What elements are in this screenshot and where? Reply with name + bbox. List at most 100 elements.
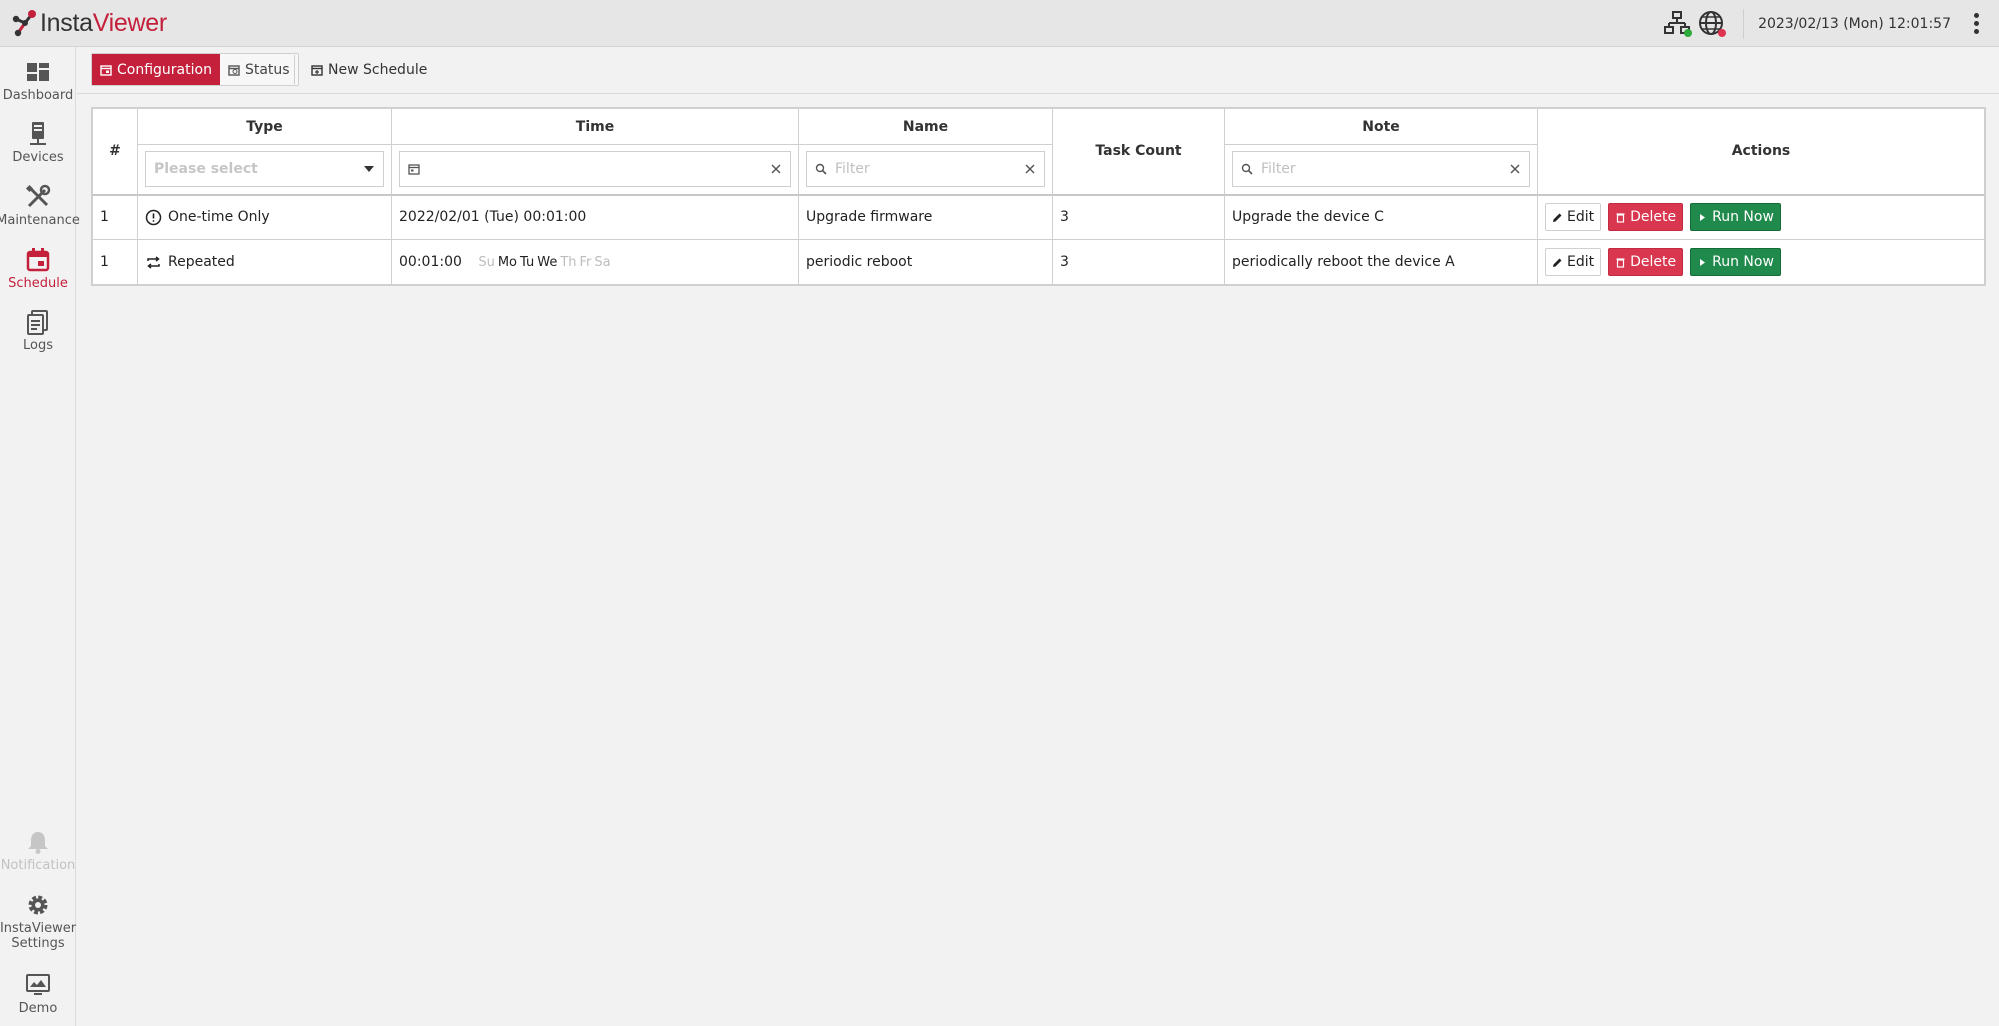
header-index: # [92,108,138,196]
more-vertical-icon[interactable] [1965,9,1987,39]
dashboard-icon [27,63,49,81]
clear-note-filter-icon[interactable] [1509,163,1521,175]
weekday-list: Su Mo Tu We Th Fr Sa [478,254,613,270]
sidebar-item-label: Schedule [8,276,68,291]
current-datetime: 2023/02/13 (Mon) 12:01:57 [1758,15,1951,32]
time-filter-cell [391,144,799,196]
time-filter-input[interactable] [399,151,791,188]
type-filter-select[interactable]: Please select [145,151,384,188]
table-row[interactable]: 1 Repeated 00:01:00 Su Mo Tu We Th Fr Sa perio… [92,239,1985,285]
sidebar-item-schedule[interactable]: Schedule [0,247,76,291]
cell-type: One-time Only [137,194,392,240]
edit-label: Edit [1567,209,1595,226]
app-name: InstaViewer [40,9,167,38]
sidebar-item-demo[interactable]: Demo [0,972,76,1016]
app-logo[interactable]: InstaViewer [12,8,167,38]
calendar-icon [408,164,420,175]
sidebar-item-label: Logs [23,338,53,353]
tab-status-label: Status [244,61,290,78]
logo-mark-icon [12,10,36,37]
toolbar: Configuration Status New Schedule [77,47,1999,94]
cell-actions: Edit Delete Run Now [1537,239,1985,285]
bell-icon [28,832,48,854]
cell-name: periodic reboot [798,239,1053,285]
play-icon [1700,213,1706,221]
search-icon [815,164,827,175]
note-filter-placeholder: Filter [1261,161,1296,178]
app-name-part1: Insta [40,8,93,37]
play-icon [1700,258,1706,266]
edit-button[interactable]: Edit [1545,203,1602,232]
edit-button[interactable]: Edit [1545,248,1602,276]
sidebar-item-notification[interactable]: Notification [0,829,76,873]
toolbar-divider [294,55,295,84]
run-now-label: Run Now [1712,209,1774,226]
clear-name-filter-icon[interactable] [1024,163,1036,175]
view-toggle: Configuration Status [91,53,299,86]
schedule-table: # Type Time Name Task Count Note Actions… [91,107,1986,286]
repeat-icon [147,255,160,269]
tab-configuration-label: Configuration [117,61,212,78]
calendar-add-icon [311,64,323,76]
sidebar-item-settings[interactable]: InstaViewer Settings [0,892,76,951]
calendar-config-icon [100,64,112,76]
type-label: One-time Only [168,209,270,226]
sidebar-item-label: Devices [12,150,64,165]
dropdown-arrow-icon [364,166,374,173]
delete-button[interactable]: Delete [1608,203,1684,232]
new-schedule-button[interactable]: New Schedule [307,53,431,86]
header-type[interactable]: Type [137,108,392,145]
cell-actions: Edit Delete Run Now [1537,194,1985,240]
run-now-button[interactable]: Run Now [1690,248,1781,276]
table-row[interactable]: 1 One-time Only 2022/02/01 (Tue) 00:01:0… [92,194,1985,240]
sidebar-item-devices[interactable]: Devices [0,121,76,165]
trash-icon [1616,257,1625,268]
sidebar: Dashboard Devices Maintenance Schedule L… [0,47,80,1026]
header-name[interactable]: Name [798,108,1053,145]
sidebar-item-label: Dashboard [2,88,74,103]
header-note[interactable]: Note [1224,108,1538,145]
pencil-icon [1553,258,1562,267]
calendar-icon [26,248,50,272]
presentation-icon [26,974,50,995]
weekday-fr: Fr [579,255,592,270]
weekday-th: Th [560,255,577,270]
top-bar: InstaViewer 2023/02/13 (Mon) 12:01:57 [0,0,1999,47]
clock-icon [145,209,162,225]
delete-label: Delete [1630,254,1677,270]
sidebar-item-dashboard[interactable]: Dashboard [0,59,76,103]
cell-task-count: 3 [1052,239,1225,285]
note-filter-input[interactable]: Filter [1232,151,1530,188]
delete-label: Delete [1630,209,1677,226]
cell-index: 1 [92,239,138,285]
run-now-button[interactable]: Run Now [1690,203,1781,232]
name-filter-input[interactable]: Filter [806,151,1045,188]
cell-time: 00:01:00 Su Mo Tu We Th Fr Sa [391,239,799,285]
time-value: 00:01:00 [399,254,462,270]
weekday-su: Su [478,255,495,270]
cell-type: Repeated [137,239,392,285]
sidebar-item-maintenance[interactable]: Maintenance [0,184,80,228]
new-schedule-label: New Schedule [328,61,428,78]
cell-note: periodically reboot the device A [1224,239,1538,285]
name-filter-placeholder: Filter [835,161,870,178]
delete-button[interactable]: Delete [1608,248,1684,276]
tab-configuration[interactable]: Configuration [92,54,220,85]
cell-note: Upgrade the device C [1224,194,1538,240]
type-label: Repeated [168,254,235,270]
sidebar-item-logs[interactable]: Logs [0,309,76,353]
trash-icon [1616,213,1625,223]
header-task-count[interactable]: Task Count [1052,108,1225,196]
name-filter-cell: Filter [798,144,1053,196]
cell-time: 2022/02/01 (Tue) 00:01:00 [391,194,799,240]
tab-status[interactable]: Status [219,54,298,85]
header-actions: Actions [1537,108,1985,196]
header-time[interactable]: Time [391,108,799,145]
document-icon [27,310,48,335]
globe-status-button[interactable] [1697,9,1727,39]
network-status-button[interactable] [1663,9,1693,39]
network-status-dot [1684,28,1693,37]
cell-index: 1 [92,194,138,240]
clear-time-filter-icon[interactable] [770,163,782,175]
sidebar-item-label: Notification [0,858,76,873]
